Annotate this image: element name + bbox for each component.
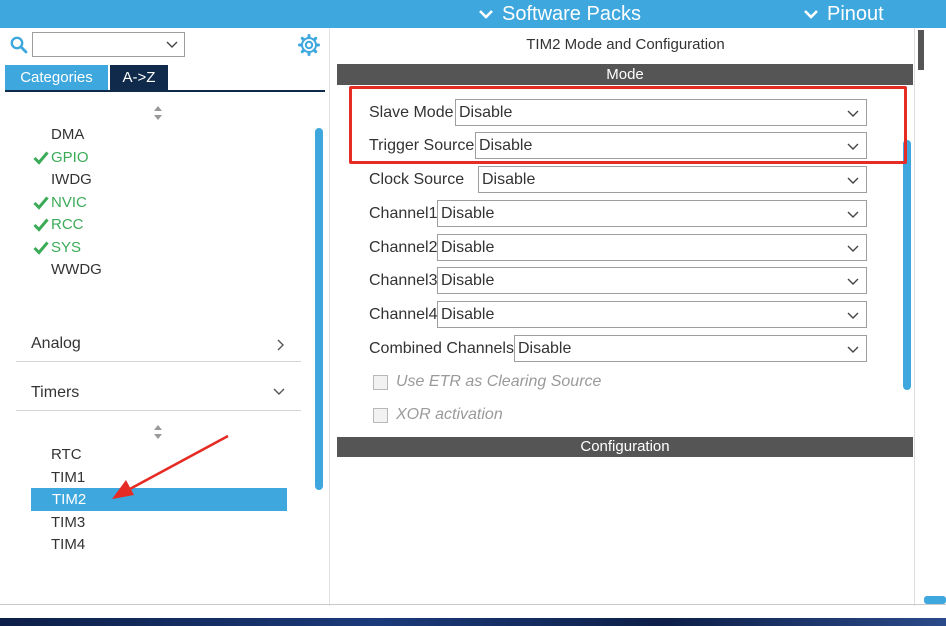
pinout-menu[interactable]: Pinout bbox=[803, 0, 884, 28]
software-packs-label: Software Packs bbox=[502, 3, 641, 25]
xor-activation-label: XOR activation bbox=[396, 406, 503, 423]
bottom-divider bbox=[0, 604, 946, 605]
list-item-tim2-selected[interactable]: TIM2 bbox=[31, 488, 287, 511]
chevron-down-icon bbox=[273, 388, 285, 395]
left-scrollbar[interactable] bbox=[315, 128, 323, 490]
check-icon bbox=[33, 218, 49, 232]
tab-underline bbox=[5, 90, 325, 92]
combined-channels-label: Combined Channels bbox=[369, 340, 514, 357]
channel4-dropdown[interactable]: Disable bbox=[437, 301, 867, 328]
search-icon[interactable] bbox=[10, 36, 28, 54]
tab-a-z[interactable]: A->Z bbox=[110, 65, 168, 90]
chevron-down-icon bbox=[847, 211, 859, 218]
combined-channels-dropdown[interactable]: Disable bbox=[514, 335, 867, 362]
chevron-down-icon bbox=[479, 10, 493, 19]
list-item-tim4[interactable]: TIM4 bbox=[51, 535, 85, 555]
list-item-rcc[interactable]: RCC bbox=[51, 215, 84, 235]
channel3-dropdown[interactable]: Disable bbox=[437, 267, 867, 294]
section-timers-label: Timers bbox=[31, 384, 80, 401]
scroll-indicator-icon[interactable] bbox=[152, 424, 164, 440]
list-item-tim2-label: TIM2 bbox=[52, 491, 87, 508]
check-icon bbox=[33, 241, 49, 255]
chevron-down-icon bbox=[847, 278, 859, 285]
channel1-value: Disable bbox=[441, 205, 495, 222]
clock-source-value: Disable bbox=[482, 171, 536, 188]
categories-panel: Categories A->Z DMA GPIO IWDG NVIC RCC S… bbox=[0, 28, 330, 606]
list-item-tim1[interactable]: TIM1 bbox=[51, 468, 85, 488]
list-item-nvic[interactable]: NVIC bbox=[51, 193, 87, 213]
channel1-dropdown[interactable]: Disable bbox=[437, 200, 867, 227]
channel1-label: Channel1 bbox=[369, 205, 438, 222]
configuration-header[interactable]: Configuration bbox=[337, 437, 913, 457]
right-edge-panel bbox=[914, 28, 946, 606]
clock-source-dropdown[interactable]: Disable bbox=[478, 166, 867, 193]
scroll-indicator-icon[interactable] bbox=[152, 105, 164, 121]
list-item-rtc[interactable]: RTC bbox=[51, 445, 82, 465]
list-item-gpio[interactable]: GPIO bbox=[51, 148, 89, 168]
chevron-down-icon bbox=[847, 312, 859, 319]
taskbar-strip bbox=[0, 618, 946, 626]
chevron-right-icon bbox=[277, 339, 284, 351]
check-icon bbox=[33, 151, 49, 165]
list-item-sys[interactable]: SYS bbox=[51, 238, 81, 258]
mode-scrollbar[interactable] bbox=[903, 140, 911, 390]
panel-title: TIM2 Mode and Configuration bbox=[526, 36, 725, 53]
search-combobox[interactable] bbox=[32, 32, 185, 57]
pinout-label: Pinout bbox=[827, 3, 884, 25]
chevron-down-icon bbox=[847, 177, 859, 184]
section-analog-label: Analog bbox=[31, 335, 81, 352]
gear-icon[interactable] bbox=[298, 34, 320, 56]
edge-scrollbar[interactable] bbox=[924, 596, 946, 604]
section-analog[interactable]: Analog bbox=[16, 327, 301, 362]
chevron-down-icon bbox=[804, 10, 818, 19]
channel4-value: Disable bbox=[441, 306, 495, 323]
edge-scroll-marker bbox=[918, 30, 924, 70]
xor-activation-checkbox[interactable] bbox=[373, 408, 388, 423]
use-etr-checkbox[interactable] bbox=[373, 375, 388, 390]
channel2-dropdown[interactable]: Disable bbox=[437, 234, 867, 261]
clock-source-label: Clock Source bbox=[369, 171, 465, 188]
channel3-label: Channel3 bbox=[369, 272, 438, 289]
use-etr-label: Use ETR as Clearing Source bbox=[396, 373, 602, 390]
channel2-value: Disable bbox=[441, 239, 495, 256]
channel3-value: Disable bbox=[441, 272, 495, 289]
top-menu-bar: Software Packs Pinout bbox=[0, 0, 946, 28]
annotation-highlight-box bbox=[349, 86, 907, 164]
chevron-down-icon bbox=[847, 346, 859, 353]
stm32cubemx-window: Software Packs Pinout Categories A->Z DM… bbox=[0, 0, 946, 626]
mode-header: Mode bbox=[337, 64, 913, 85]
chevron-down-icon bbox=[166, 41, 178, 48]
channel4-label: Channel4 bbox=[369, 306, 438, 323]
list-item-dma[interactable]: DMA bbox=[51, 125, 84, 145]
check-icon bbox=[33, 196, 49, 210]
list-item-tim3[interactable]: TIM3 bbox=[51, 513, 85, 533]
section-timers[interactable]: Timers bbox=[16, 376, 301, 411]
channel2-label: Channel2 bbox=[369, 239, 438, 256]
tab-categories[interactable]: Categories bbox=[5, 65, 108, 90]
list-item-iwdg[interactable]: IWDG bbox=[51, 170, 92, 190]
list-item-wwdg[interactable]: WWDG bbox=[51, 260, 102, 280]
software-packs-menu[interactable]: Software Packs bbox=[478, 0, 641, 28]
chevron-down-icon bbox=[847, 245, 859, 252]
combined-channels-value: Disable bbox=[518, 340, 572, 357]
